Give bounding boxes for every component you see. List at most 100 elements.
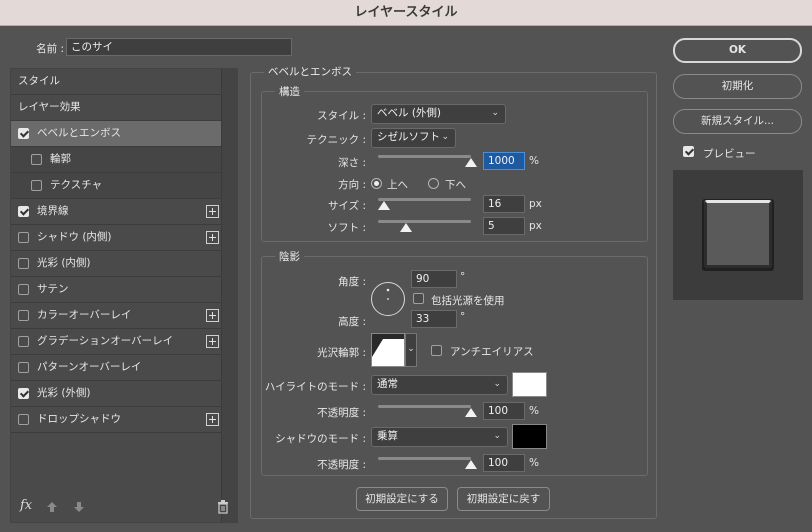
style-list-item[interactable]: ベベルとエンボス	[11, 121, 223, 147]
angle-unit: °	[460, 271, 466, 283]
shadow-color-swatch[interactable]	[512, 424, 547, 449]
style-list-item-label: 輪郭	[50, 153, 71, 165]
name-input[interactable]: このサイ	[66, 38, 292, 56]
style-list-item[interactable]: シャドウ (内側)	[11, 225, 223, 251]
style-list-item-label: シャドウ (内側)	[37, 231, 112, 243]
highlight-opacity-unit: %	[529, 405, 539, 417]
technique-label: テクニック :	[306, 134, 366, 146]
style-list-item[interactable]: 光彩 (外側)	[11, 381, 223, 407]
highlight-mode-select[interactable]: 通常 ⌄	[371, 375, 508, 395]
style-label: スタイル :	[317, 110, 366, 122]
size-input[interactable]: 16	[483, 195, 525, 213]
shading-title: 陰影	[275, 249, 304, 264]
add-effect-icon[interactable]	[206, 231, 219, 244]
style-checkbox[interactable]	[18, 206, 29, 217]
arrow-up-icon[interactable]	[46, 501, 58, 513]
style-checkbox[interactable]	[18, 414, 29, 425]
arrow-down-icon[interactable]	[73, 501, 85, 513]
reset-default-button[interactable]: 初期設定に戻す	[457, 487, 550, 511]
shadow-mode-select[interactable]: 乗算 ⌄	[371, 427, 508, 447]
preview-checkbox[interactable]	[683, 146, 694, 157]
chevron-down-icon: ⌄	[493, 379, 501, 389]
fx-icon[interactable]: fx	[20, 498, 32, 513]
style-list-item[interactable]: パターンオーバーレイ	[11, 355, 223, 381]
antialias-checkbox[interactable]	[431, 345, 442, 356]
shadow-opacity-slider-thumb[interactable]	[465, 460, 477, 469]
angle-label: 角度 :	[338, 276, 366, 288]
preview-area	[673, 170, 803, 300]
add-effect-icon[interactable]	[206, 205, 219, 218]
style-checkbox[interactable]	[18, 388, 29, 399]
style-list-item[interactable]: ドロップシャドウ	[11, 407, 223, 433]
style-list-item[interactable]: テクスチャ	[11, 173, 223, 199]
style-select-value: ベベル (外側)	[377, 107, 442, 119]
angle-input[interactable]: 90	[411, 270, 457, 288]
soften-input[interactable]: 5	[483, 217, 525, 235]
depth-slider-thumb[interactable]	[465, 158, 477, 167]
soften-slider-thumb[interactable]	[399, 223, 412, 232]
trash-icon[interactable]	[217, 500, 229, 514]
style-list-item[interactable]: グラデーションオーバーレイ	[11, 329, 223, 355]
style-checkbox[interactable]	[18, 128, 29, 139]
highlight-opacity-slider-track[interactable]	[378, 405, 471, 408]
make-default-button[interactable]: 初期設定にする	[356, 487, 448, 511]
style-checkbox[interactable]	[18, 362, 29, 373]
style-checkbox[interactable]	[31, 180, 42, 191]
style-list-item[interactable]: サテン	[11, 277, 223, 303]
styles-list-scrollbar[interactable]	[221, 69, 237, 522]
depth-input[interactable]: 1000	[483, 152, 525, 170]
direction-up-radio[interactable]	[371, 178, 382, 189]
size-slider-thumb[interactable]	[377, 201, 390, 210]
chevron-down-icon: ⌄	[493, 431, 501, 441]
chevron-down-icon[interactable]: ⌄	[405, 333, 417, 367]
direction-up-label: 上へ	[387, 179, 408, 191]
angle-dial[interactable]	[370, 281, 406, 317]
global-light-checkbox[interactable]	[413, 293, 424, 304]
soften-slider-track[interactable]	[378, 220, 471, 223]
style-list-item[interactable]: 境界線	[11, 199, 223, 225]
style-checkbox[interactable]	[18, 336, 29, 347]
gloss-contour-swatch[interactable]	[371, 333, 405, 367]
preview-label: プレビュー	[703, 148, 756, 160]
global-light-label: 包括光源を使用	[431, 295, 505, 307]
style-list-item[interactable]: 輪郭	[11, 147, 223, 173]
highlight-mode-label: ハイライトのモード :	[264, 381, 366, 393]
style-list-item-label: カラーオーバーレイ	[37, 309, 132, 321]
reset-button[interactable]: 初期化	[673, 74, 802, 99]
direction-label: 方向 :	[338, 179, 366, 191]
technique-select[interactable]: シゼルソフト ⌄	[371, 128, 456, 148]
add-effect-icon[interactable]	[206, 309, 219, 322]
shadow-opacity-slider-track[interactable]	[378, 457, 471, 460]
new-style-button[interactable]: 新規スタイル...	[673, 109, 802, 134]
style-checkbox[interactable]	[18, 258, 29, 269]
shadow-opacity-input[interactable]: 100	[483, 454, 525, 472]
chevron-down-icon: ⌄	[441, 132, 449, 142]
add-effect-icon[interactable]	[206, 413, 219, 426]
highlight-opacity-label: 不透明度 :	[317, 407, 366, 419]
highlight-opacity-input[interactable]: 100	[483, 402, 525, 420]
style-checkbox[interactable]	[18, 310, 29, 321]
ok-button[interactable]: OK	[673, 38, 802, 63]
style-list-item[interactable]: 光彩 (内側)	[11, 251, 223, 277]
direction-down-radio[interactable]	[428, 178, 439, 189]
highlight-opacity-slider-thumb[interactable]	[465, 408, 477, 417]
window-title: レイヤースタイル	[0, 0, 812, 26]
altitude-input[interactable]: 33	[411, 310, 457, 328]
highlight-color-swatch[interactable]	[512, 372, 547, 397]
size-unit: px	[529, 198, 542, 210]
style-checkbox[interactable]	[18, 232, 29, 243]
style-select[interactable]: ベベル (外側) ⌄	[371, 104, 506, 124]
altitude-label: 高度 :	[338, 316, 366, 328]
shadow-mode-label: シャドウのモード :	[275, 433, 366, 445]
depth-slider-track[interactable]	[378, 155, 471, 158]
add-effect-icon[interactable]	[206, 335, 219, 348]
preview-thumbnail	[704, 200, 772, 268]
style-list-item[interactable]: カラーオーバーレイ	[11, 303, 223, 329]
direction-down-label: 下へ	[445, 179, 466, 191]
style-list-item[interactable]: レイヤー効果	[11, 95, 223, 121]
style-list-item[interactable]: スタイル	[11, 69, 223, 95]
size-slider-track[interactable]	[378, 198, 471, 201]
style-checkbox[interactable]	[18, 284, 29, 295]
style-list-item-label: テクスチャ	[50, 179, 103, 191]
style-checkbox[interactable]	[31, 154, 42, 165]
